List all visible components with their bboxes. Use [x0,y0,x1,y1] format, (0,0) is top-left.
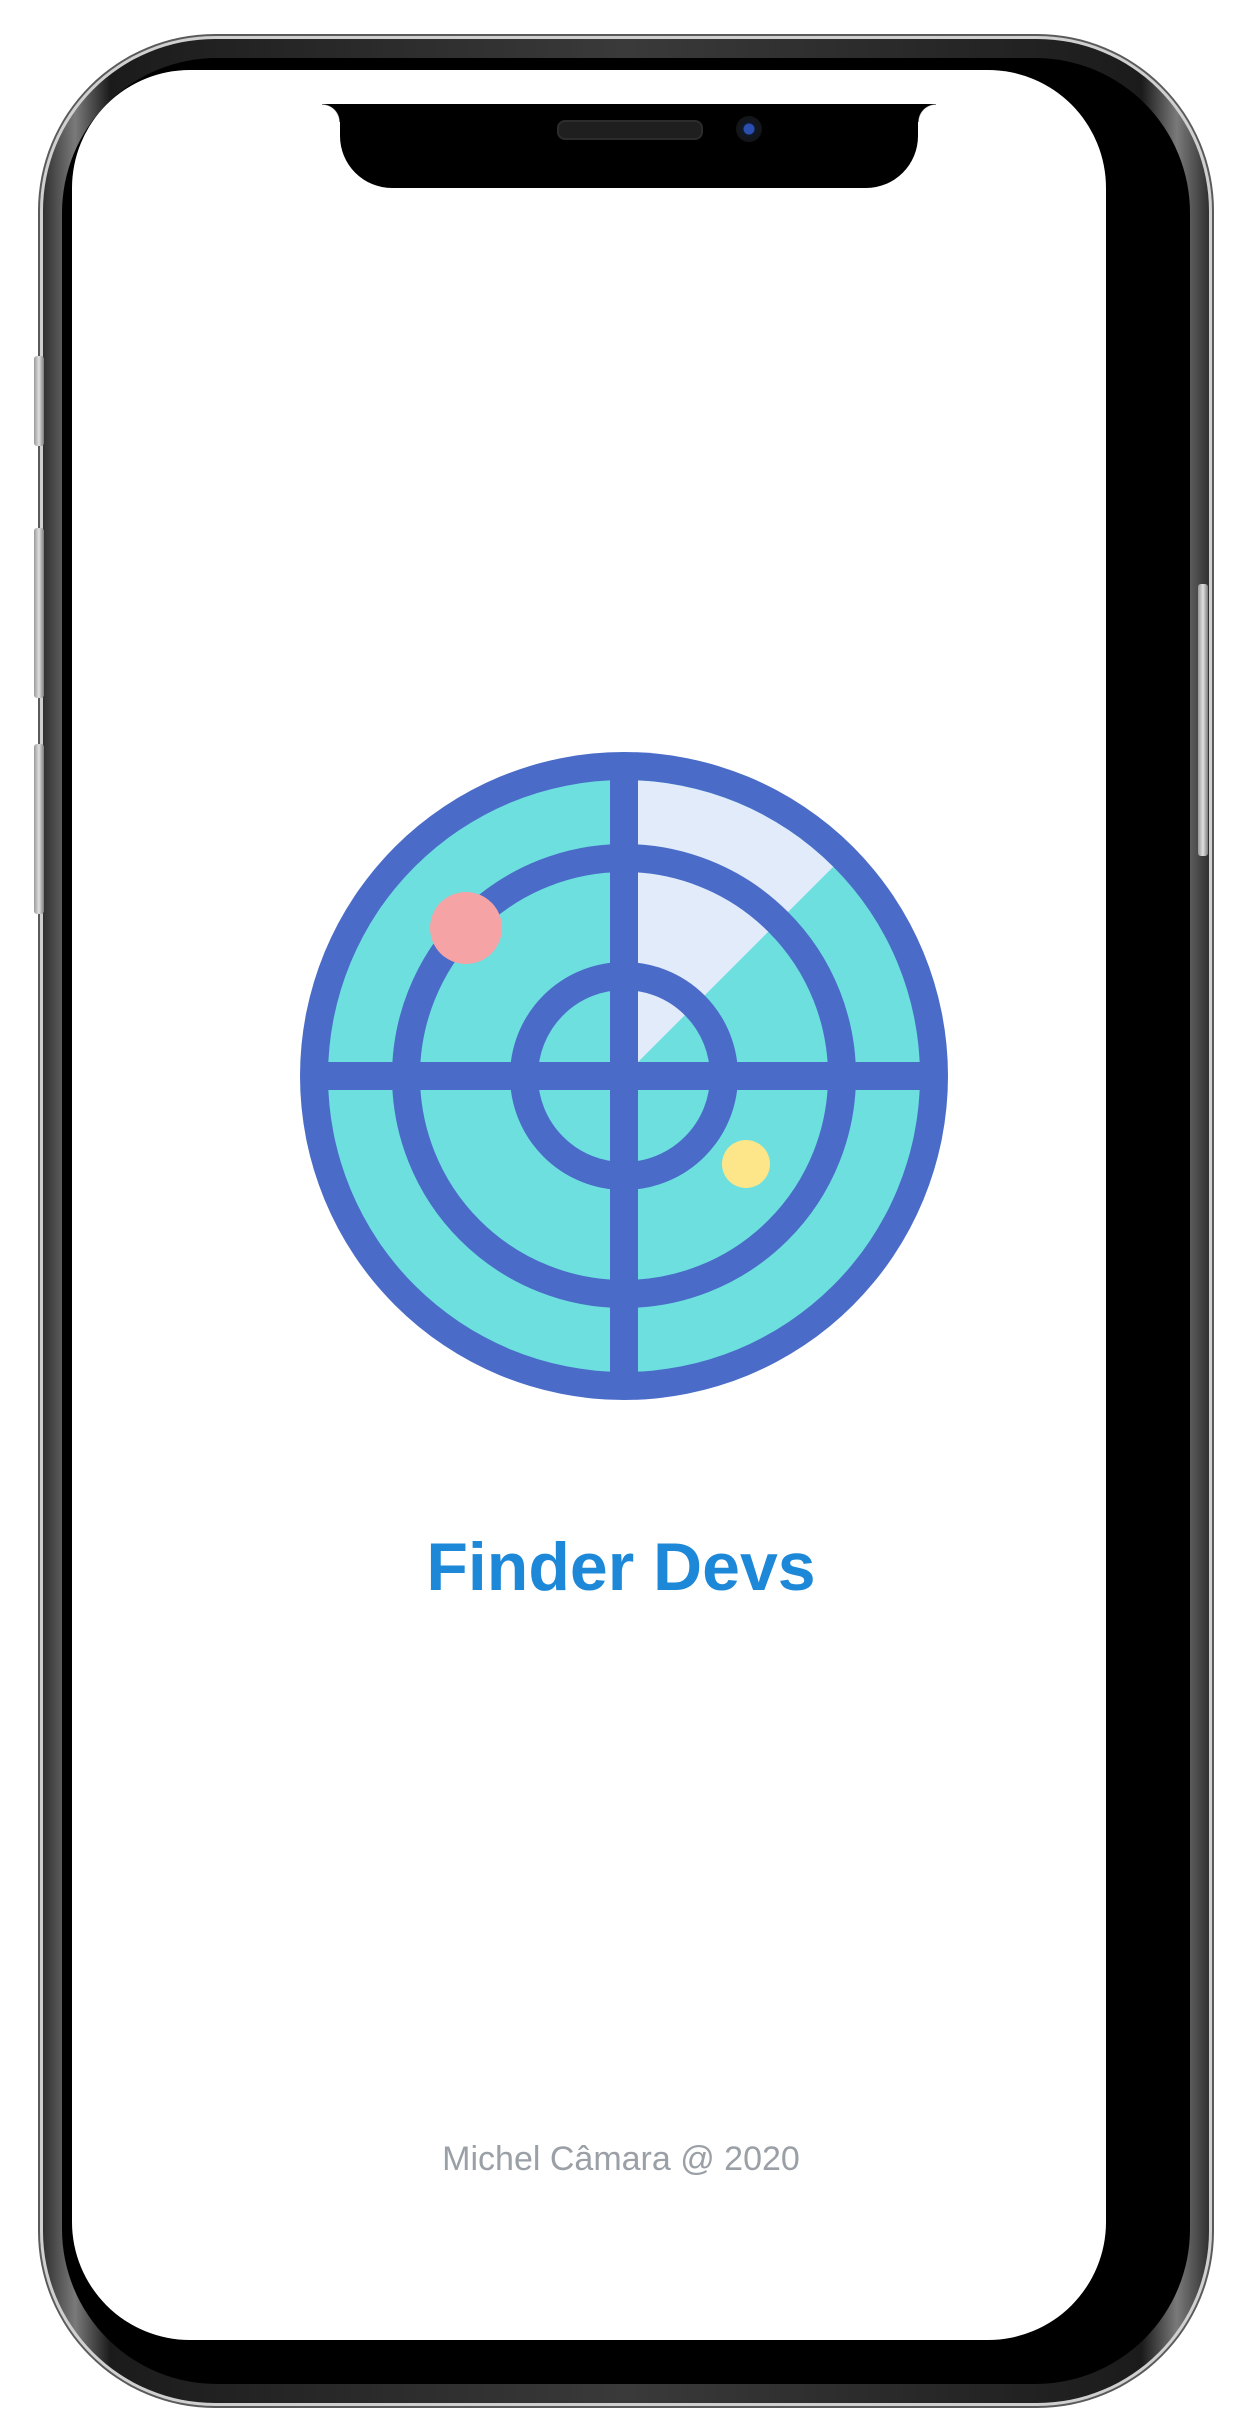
radar-crosshair-horizontal [320,1062,928,1090]
radar-blip-red [430,892,502,964]
front-camera [736,116,762,142]
notch [322,104,936,188]
power-button [1198,584,1208,856]
app-title: Finder Devs [426,1529,816,1605]
volume-up-button [34,528,44,698]
speaker-grille [557,120,703,140]
radar-icon [300,752,948,1400]
radar-blip-yellow [722,1140,770,1188]
volume-down-button [34,744,44,914]
mute-switch [34,356,44,446]
footer-credit: Michel Câmara @ 2020 [442,2140,800,2178]
